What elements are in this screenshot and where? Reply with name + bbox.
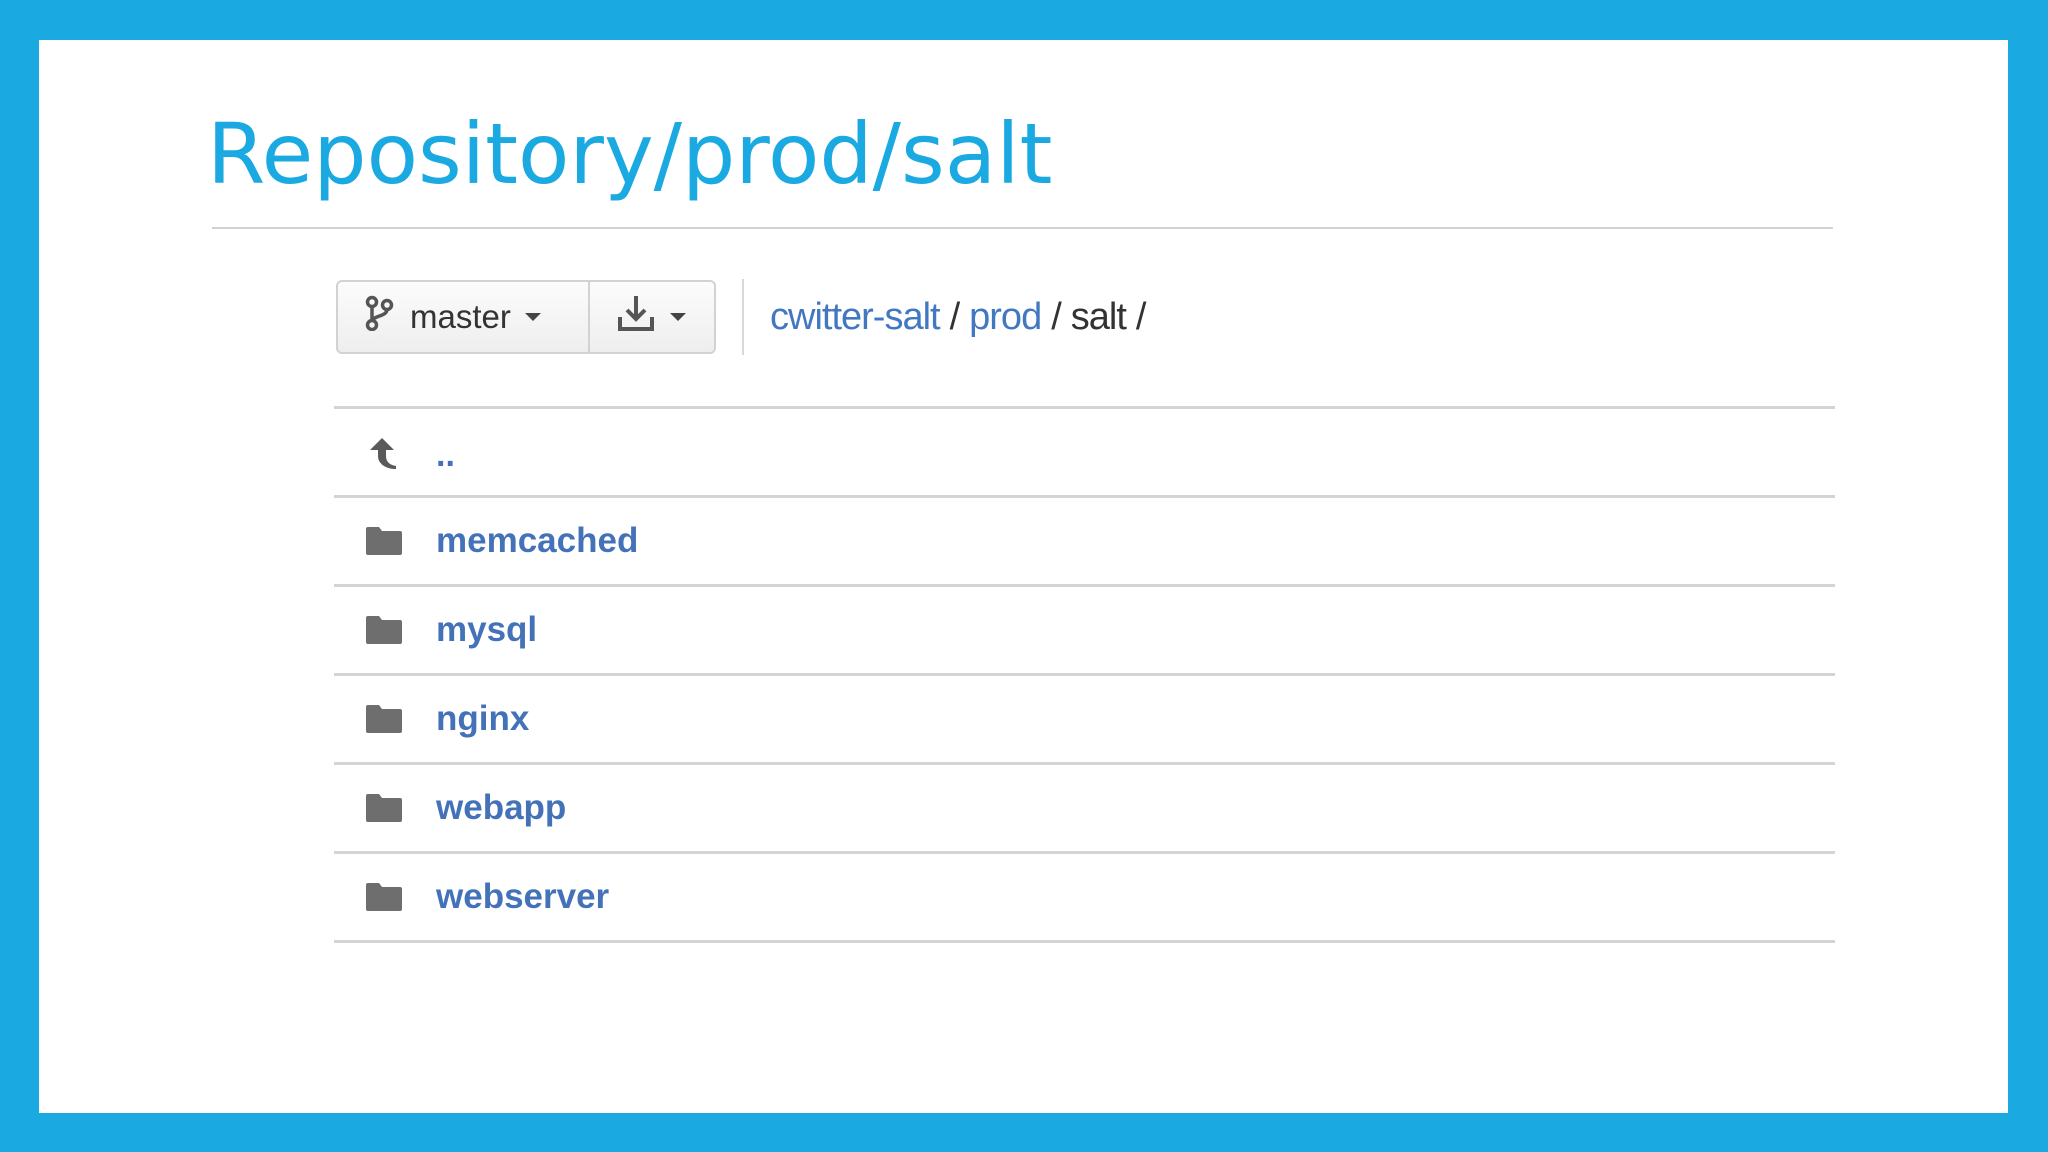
breadcrumb-link-prod[interactable]: prod [969, 296, 1042, 339]
branch-label: master [410, 298, 511, 335]
folder-link[interactable]: webapp [436, 788, 566, 828]
folder-icon [364, 883, 404, 911]
button-group: master [336, 280, 716, 354]
download-button[interactable] [588, 282, 714, 352]
list-item[interactable]: webserver [334, 854, 1835, 943]
list-item[interactable]: nginx [334, 676, 1835, 765]
file-list: .. memcached mysql nginx webapp webserve… [334, 406, 1835, 943]
folder-link[interactable]: memcached [436, 521, 638, 561]
list-item[interactable]: webapp [334, 765, 1835, 854]
chevron-down-icon [524, 313, 541, 321]
breadcrumb: cwitter-salt / prod / salt / [770, 296, 1155, 339]
arrow-up-icon [364, 434, 404, 470]
breadcrumb-separator: / [949, 295, 961, 338]
parent-directory-row[interactable]: .. [334, 409, 1835, 498]
folder-link[interactable]: webserver [436, 877, 609, 917]
parent-directory-link[interactable]: .. [436, 436, 455, 475]
branch-selector-button[interactable]: master [338, 282, 588, 352]
folder-icon [364, 705, 404, 733]
folder-icon [364, 794, 404, 822]
breadcrumb-separator: / [1135, 295, 1147, 338]
repo-toolbar: master cwitter-salt / prod / salt / [336, 279, 1155, 355]
folder-link[interactable]: nginx [436, 699, 529, 739]
breadcrumb-current: salt [1070, 295, 1127, 338]
git-branch-icon [364, 295, 394, 339]
slide-title: Repository/prod/salt [207, 105, 1053, 203]
folder-link[interactable]: mysql [436, 610, 537, 650]
folder-icon [364, 527, 404, 555]
list-item[interactable]: mysql [334, 587, 1835, 676]
folder-icon [364, 616, 404, 644]
slide: Repository/prod/salt master cwitter-salt… [39, 40, 2008, 1113]
breadcrumb-link-repo[interactable]: cwitter-salt [770, 296, 941, 339]
chevron-down-icon [670, 313, 686, 321]
breadcrumb-separator: / [1051, 295, 1062, 338]
toolbar-divider [742, 279, 744, 355]
list-item[interactable]: memcached [334, 498, 1835, 587]
title-underline [212, 227, 1833, 229]
download-icon [616, 293, 656, 341]
